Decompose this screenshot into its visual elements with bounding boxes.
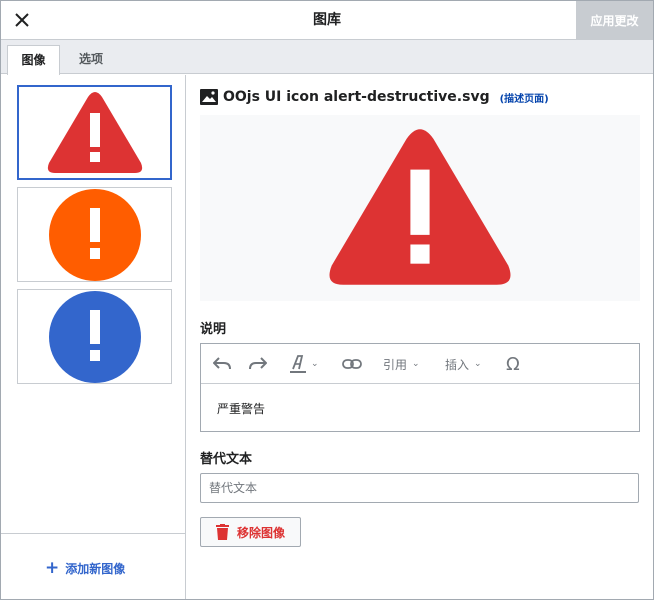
thumbnail-alert-destructive[interactable]	[17, 85, 172, 180]
alert-info-icon	[48, 290, 141, 383]
remove-image-button[interactable]: 移除图像	[200, 517, 301, 547]
thumbnail-alert-warning[interactable]	[17, 187, 172, 282]
media-dialog: 图库 应用更改 图像 选项 + 添加新图像 OOjs UI icon alert…	[0, 0, 654, 600]
thumbnail-alert-info[interactable]	[17, 289, 172, 384]
dialog-header: 图库 应用更改	[1, 1, 653, 40]
alt-text-input[interactable]	[200, 473, 639, 503]
undo-icon	[213, 357, 231, 370]
file-name: OOjs UI icon alert-destructive.svg	[223, 89, 490, 105]
cite-label: 引用	[383, 357, 408, 372]
alert-warning-icon	[48, 188, 141, 281]
insert-label: 插入	[445, 357, 470, 372]
alert-destructive-icon	[47, 91, 142, 173]
plus-icon: +	[45, 557, 60, 578]
special-character-button[interactable]: Ω	[506, 344, 520, 384]
caption-editor[interactable]: ⌄ 引用 ⌄ 插入 ⌄ Ω 严重警告	[200, 343, 640, 432]
tab-bar: 图像 选项	[1, 40, 653, 75]
alt-text-label: 替代文本	[200, 452, 253, 467]
undo-button[interactable]	[213, 344, 231, 384]
cite-menu[interactable]: 引用 ⌄	[383, 344, 420, 384]
sidebar-footer: + 添加新图像	[1, 533, 185, 599]
caption-label: 说明	[200, 322, 227, 337]
redo-icon	[249, 357, 267, 370]
image-preview	[200, 115, 640, 301]
close-icon	[15, 13, 29, 27]
redo-button[interactable]	[249, 344, 267, 384]
link-icon	[342, 359, 362, 369]
chevron-down-icon: ⌄	[474, 359, 482, 369]
link-button[interactable]	[342, 344, 362, 384]
apply-changes-button[interactable]: 应用更改	[576, 1, 653, 40]
remove-image-label: 移除图像	[236, 525, 285, 540]
image-list-sidebar: + 添加新图像	[1, 75, 186, 599]
omega-icon: Ω	[506, 353, 520, 375]
text-style-menu[interactable]: ⌄	[290, 344, 319, 384]
insert-menu[interactable]: 插入 ⌄	[445, 344, 482, 384]
description-page-link[interactable]: (描述页面)	[500, 90, 549, 105]
chevron-down-icon: ⌄	[311, 359, 319, 369]
close-button[interactable]	[5, 4, 39, 36]
tab-image[interactable]: 图像	[7, 45, 60, 75]
file-title-row: OOjs UI icon alert-destructive.svg (描述页面…	[200, 87, 549, 107]
add-new-image-label: 添加新图像	[65, 561, 126, 576]
caption-text[interactable]: 严重警告	[217, 400, 265, 417]
add-new-image-button[interactable]: + 添加新图像	[45, 558, 125, 578]
image-icon	[200, 89, 218, 105]
image-details-panel: OOjs UI icon alert-destructive.svg (描述页面…	[187, 75, 653, 599]
text-style-icon	[290, 355, 306, 373]
chevron-down-icon: ⌄	[412, 359, 420, 369]
trash-icon	[215, 524, 229, 540]
alert-destructive-preview-icon	[329, 129, 511, 285]
tab-options[interactable]: 选项	[63, 45, 119, 74]
editor-toolbar: ⌄ 引用 ⌄ 插入 ⌄ Ω	[201, 344, 639, 384]
dialog-title: 图库	[313, 12, 341, 28]
